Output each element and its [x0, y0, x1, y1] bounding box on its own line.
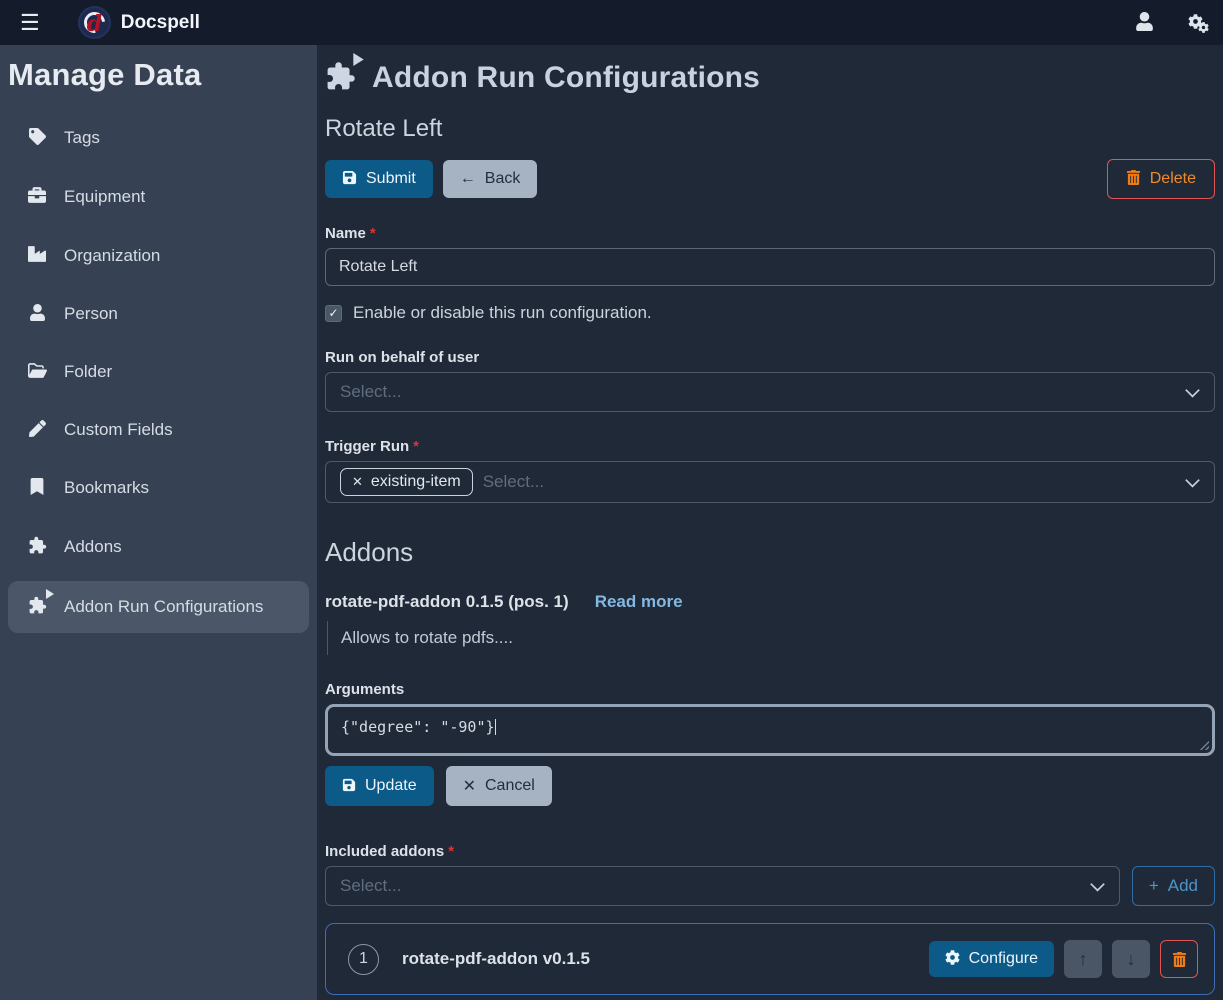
factory-icon	[26, 245, 48, 266]
required-asterisk: *	[370, 225, 376, 242]
name-label: Name*	[325, 225, 1215, 242]
puzzle-play-icon	[325, 61, 356, 95]
delete-button[interactable]: Delete	[1107, 159, 1215, 199]
trigger-run-label: Trigger Run*	[325, 438, 1215, 455]
plus-icon: +	[1149, 876, 1159, 896]
trigger-run-select[interactable]: ✕ existing-item Select...	[325, 461, 1215, 503]
tag-icon	[26, 128, 48, 148]
sidebar-item-label: Custom Fields	[64, 420, 173, 440]
cancel-button[interactable]: ✕ Cancel	[446, 766, 552, 806]
read-more-link[interactable]: Read more	[595, 592, 683, 612]
sidebar-item-label: Organization	[64, 246, 160, 266]
addon-description: Allows to rotate pdfs....	[327, 621, 1215, 655]
enabled-checkbox[interactable]: ✓	[325, 305, 342, 322]
person-icon	[26, 304, 48, 324]
move-up-button[interactable]: ↑	[1064, 940, 1102, 978]
required-asterisk: *	[413, 438, 419, 455]
page-title: Addon Run Configurations	[372, 61, 760, 95]
brand-name: Docspell	[121, 12, 200, 34]
trigger-chip-existing-item[interactable]: ✕ existing-item	[340, 468, 473, 496]
sidebar-item-label: Bookmarks	[64, 478, 149, 498]
puzzle-play-icon	[26, 596, 48, 618]
main-content: Addon Run Configurations Rotate Left Sub…	[317, 45, 1223, 1000]
close-icon: ✕	[463, 776, 476, 796]
included-addon-name: rotate-pdf-addon v0.1.5	[402, 949, 590, 969]
sidebar-item-label: Addons	[64, 537, 122, 557]
user-icon[interactable]	[1135, 12, 1154, 34]
sidebar-item-organization[interactable]: Organization	[0, 230, 317, 281]
sidebar-title: Manage Data	[0, 45, 317, 99]
sidebar-item-custom-fields[interactable]: Custom Fields	[0, 405, 317, 455]
submit-button[interactable]: Submit	[325, 160, 433, 198]
addons-section-title: Addons	[325, 537, 1215, 568]
sidebar-item-label: Equipment	[64, 187, 145, 207]
sidebar-item-tags[interactable]: Tags	[0, 113, 317, 163]
briefcase-icon	[26, 186, 48, 207]
top-navbar: ☰ d Docspell	[0, 0, 1223, 45]
bookmark-icon	[26, 478, 48, 498]
update-button[interactable]: Update	[325, 766, 434, 806]
sidebar-item-label: Tags	[64, 128, 100, 148]
chevron-down-icon	[1185, 383, 1200, 401]
back-button[interactable]: ← Back	[443, 160, 538, 198]
chevron-down-icon	[1185, 473, 1200, 491]
pen-icon	[26, 420, 48, 440]
sidebar-item-bookmarks[interactable]: Bookmarks	[0, 463, 317, 513]
sidebar-item-addons[interactable]: Addons	[0, 521, 317, 573]
settings-gears-icon[interactable]	[1188, 14, 1203, 32]
gear-icon	[945, 950, 960, 968]
sidebar-item-addon-run-configurations[interactable]: Addon Run Configurations	[8, 581, 309, 633]
text-caret	[495, 719, 497, 735]
run-on-behalf-label: Run on behalf of user	[325, 349, 1215, 366]
puzzle-icon	[26, 536, 48, 558]
required-asterisk: *	[448, 843, 454, 860]
move-down-button[interactable]: ↓	[1112, 940, 1150, 978]
sidebar-item-equipment[interactable]: Equipment	[0, 171, 317, 222]
sidebar-item-label: Folder	[64, 362, 112, 382]
sidebar-item-person[interactable]: Person	[0, 289, 317, 339]
menu-icon[interactable]: ☰	[14, 8, 46, 38]
remove-chip-icon[interactable]: ✕	[352, 474, 363, 490]
sidebar-item-folder[interactable]: Folder	[0, 347, 317, 397]
sidebar-item-label: Person	[64, 304, 118, 324]
name-input[interactable]	[325, 248, 1215, 286]
sidebar-item-label: Addon Run Configurations	[64, 597, 263, 617]
folder-icon	[26, 362, 48, 382]
docspell-logo-icon: d	[78, 6, 111, 39]
brand[interactable]: d Docspell	[78, 6, 200, 39]
arguments-textarea[interactable]: {"degree": "-90"}	[325, 704, 1215, 756]
arguments-label: Arguments	[325, 681, 1215, 698]
trash-icon	[1126, 170, 1141, 188]
included-addons-label: Included addons*	[325, 843, 1215, 860]
run-on-behalf-select[interactable]: Select...	[325, 372, 1215, 412]
included-addon-row: 1 rotate-pdf-addon v0.1.5 Configure ↑ ↓	[325, 923, 1215, 995]
addon-title: rotate-pdf-addon 0.1.5 (pos. 1)	[325, 592, 569, 612]
trash-icon	[1172, 949, 1187, 970]
sidebar: Manage Data Tags Equipment Organization …	[0, 45, 317, 1000]
enabled-checkbox-label: Enable or disable this run configuration…	[353, 303, 652, 323]
add-addon-button[interactable]: + Add	[1132, 866, 1215, 906]
arrow-left-icon: ←	[460, 170, 476, 188]
chevron-down-icon	[1090, 877, 1105, 895]
configure-button[interactable]: Configure	[929, 941, 1054, 977]
position-badge: 1	[348, 944, 379, 975]
save-icon	[342, 170, 357, 188]
save-icon	[342, 777, 356, 795]
included-addons-select[interactable]: Select...	[325, 866, 1120, 906]
config-name-heading: Rotate Left	[325, 115, 1215, 143]
remove-addon-button[interactable]	[1160, 940, 1198, 978]
